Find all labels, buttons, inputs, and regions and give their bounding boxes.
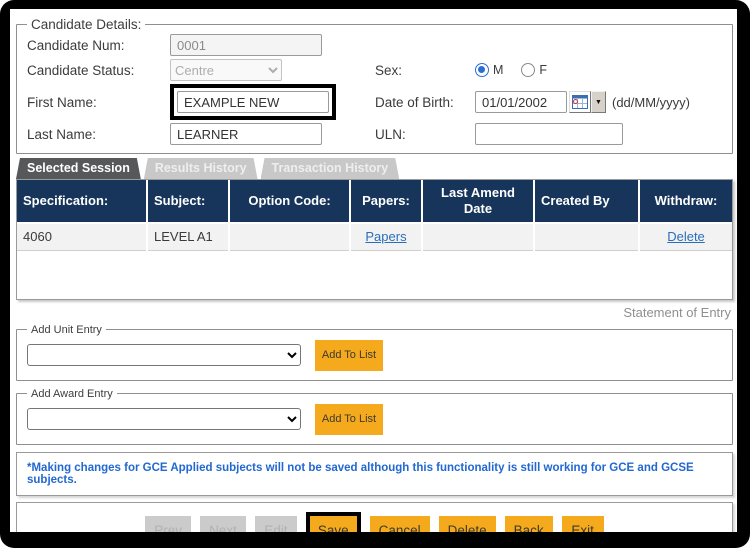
session-table-box: Specification: Subject: Option Code: Pap…	[16, 179, 733, 300]
withdraw-delete-link[interactable]: Delete	[667, 229, 705, 244]
last-name-input[interactable]	[170, 123, 322, 145]
last-name-label: Last Name:	[27, 127, 170, 142]
sex-label: Sex:	[375, 63, 475, 78]
award-entry-select[interactable]	[27, 408, 301, 430]
col-option-code: Option Code:	[229, 180, 350, 223]
edit-button[interactable]: Edit	[255, 516, 297, 533]
back-button[interactable]: Back	[505, 516, 553, 533]
candidate-screen: Candidate Details: Candidate Num: Candid…	[10, 9, 737, 532]
papers-link[interactable]: Papers	[365, 229, 406, 244]
add-unit-entry-fieldset: Add Unit Entry Add To List	[16, 324, 733, 381]
cell-created-by	[534, 223, 639, 250]
candidate-status-select[interactable]: Centre	[170, 59, 282, 81]
add-unit-entry-legend: Add Unit Entry	[27, 324, 106, 336]
col-papers: Papers:	[350, 180, 422, 223]
candidate-details-legend: Candidate Details:	[27, 17, 145, 32]
first-name-input[interactable]	[177, 91, 329, 113]
cell-option-code	[229, 223, 350, 250]
session-tabs: Selected Session Results History Transac…	[16, 158, 733, 179]
uln-label: ULN:	[375, 127, 475, 142]
col-withdraw: Withdraw:	[639, 180, 732, 223]
sex-radio-m[interactable]	[475, 63, 489, 77]
calendar-button[interactable]	[569, 91, 591, 113]
tab-results-history[interactable]: Results History	[144, 158, 258, 179]
candidate-details-fieldset: Candidate Details: Candidate Num: Candid…	[16, 17, 733, 154]
dob-label: Date of Birth:	[375, 95, 475, 110]
save-button[interactable]: Save	[311, 517, 356, 533]
candidate-status-label: Candidate Status:	[27, 63, 170, 78]
next-button[interactable]: Next	[200, 516, 246, 533]
unit-add-to-list-button[interactable]: Add To List	[315, 340, 383, 371]
action-button-bar: Prev Next Edit Save Cancel Delete Back E…	[16, 502, 733, 533]
exit-button[interactable]: Exit	[562, 516, 604, 533]
app-window: Candidate Details: Candidate Num: Candid…	[0, 0, 750, 548]
delete-button[interactable]: Delete	[439, 516, 496, 533]
calendar-icon	[572, 95, 588, 109]
save-button-highlight: Save	[306, 512, 361, 533]
award-add-to-list-button[interactable]: Add To List	[315, 404, 383, 435]
tab-transaction-history[interactable]: Transaction History	[261, 158, 400, 179]
add-award-entry-fieldset: Add Award Entry Add To List	[16, 388, 733, 445]
unit-entry-select[interactable]	[27, 344, 301, 366]
tab-selected-session[interactable]: Selected Session	[16, 158, 141, 179]
table-row: 4060 LEVEL A1 Papers Delete	[17, 223, 732, 250]
cell-specification: 4060	[17, 223, 147, 250]
dob-format-hint: (dd/MM/yyyy)	[612, 95, 690, 110]
session-table: Specification: Subject: Option Code: Pap…	[17, 180, 732, 251]
dob-input[interactable]	[475, 91, 567, 113]
prev-button[interactable]: Prev	[145, 516, 191, 533]
candidate-num-input[interactable]	[170, 34, 322, 56]
candidate-num-label: Candidate Num:	[27, 38, 170, 53]
table-empty-area	[17, 251, 732, 299]
col-created-by: Created By	[534, 180, 639, 223]
col-last-amend-date: Last Amend Date	[422, 180, 534, 223]
cell-last-amend-date	[422, 223, 534, 250]
col-specification: Specification:	[17, 180, 147, 223]
cancel-button[interactable]: Cancel	[370, 516, 430, 533]
first-name-highlight	[170, 84, 336, 120]
gce-warning-note: *Making changes for GCE Applied subjects…	[16, 452, 733, 496]
sex-option-m-label: M	[493, 63, 503, 77]
uln-input[interactable]	[475, 123, 623, 145]
add-award-entry-legend: Add Award Entry	[27, 388, 117, 400]
col-subject: Subject:	[147, 180, 229, 223]
cell-subject: LEVEL A1	[147, 223, 229, 250]
sex-option-f-label: F	[539, 63, 547, 77]
first-name-label: First Name:	[27, 95, 170, 110]
sex-radio-f[interactable]	[521, 63, 535, 77]
statement-of-entry-link[interactable]: Statement of Entry	[14, 300, 733, 324]
calendar-dropdown-button[interactable]: ▼	[591, 91, 606, 113]
